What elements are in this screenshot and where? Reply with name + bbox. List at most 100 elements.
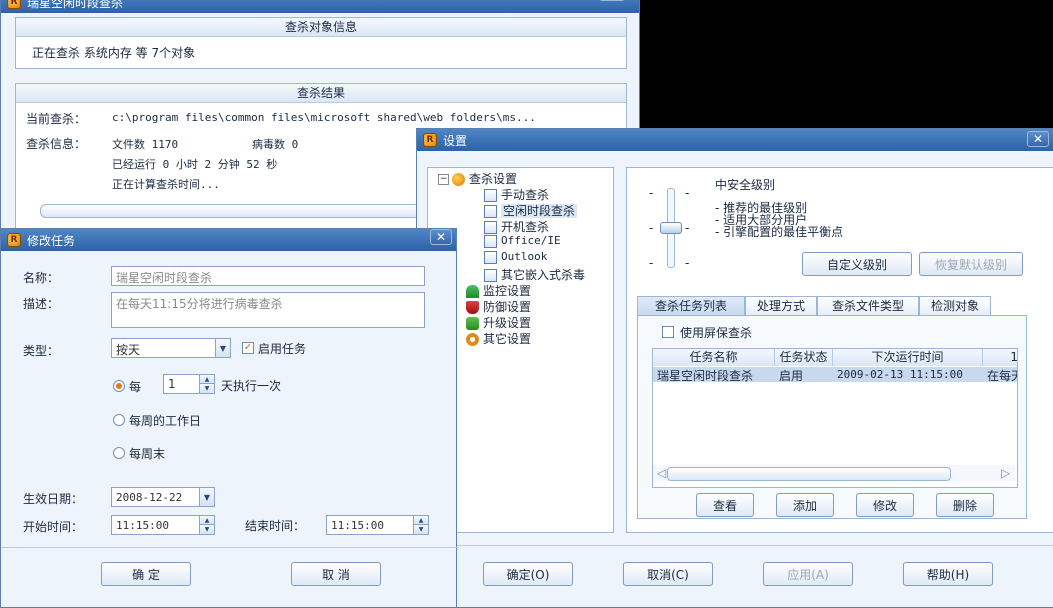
- targets-header: 查杀对象信息: [16, 18, 626, 37]
- virus-count: 病毒数 0: [252, 138, 299, 151]
- tree-item-other[interactable]: 其它设置: [466, 330, 531, 347]
- cell-next-run: 2009-02-13 11:15:00: [837, 368, 963, 381]
- tab-detect-objects[interactable]: 检测对象: [919, 296, 991, 316]
- start-time-stepper[interactable]: 11:15:00 ▲ ▼: [111, 515, 215, 535]
- tab-handling[interactable]: 处理方式: [745, 296, 817, 316]
- custom-level-button[interactable]: 自定义级别: [802, 252, 912, 276]
- document-icon: [484, 269, 497, 282]
- tree-item-upgrade[interactable]: 升级设置: [466, 314, 531, 331]
- chevron-down-icon[interactable]: ▼: [215, 339, 230, 357]
- settings-footer-divider: [417, 545, 1053, 546]
- tree-item-monitor[interactable]: 监控设置: [466, 282, 531, 299]
- results-header: 查杀结果: [16, 84, 626, 103]
- tree-item-idle[interactable]: 空闲时段查杀: [484, 202, 578, 219]
- settings-cancel-button[interactable]: 取消(C): [623, 562, 713, 586]
- spin-up-icon[interactable]: ▲: [200, 516, 214, 525]
- document-icon: [484, 221, 497, 234]
- view-task-button[interactable]: 查看: [696, 493, 754, 517]
- restore-level-button[interactable]: 恢复默认级别: [919, 252, 1023, 276]
- spin-down-icon[interactable]: ▼: [200, 384, 214, 393]
- modify-footer-divider: [1, 547, 458, 548]
- spin-down-icon[interactable]: ▼: [200, 525, 214, 534]
- settings-help-button[interactable]: 帮助(H): [903, 562, 993, 586]
- scroll-thumb[interactable]: [667, 467, 951, 481]
- tree-item-outlook[interactable]: Outlook: [484, 250, 547, 264]
- spin-buttons[interactable]: ▲ ▼: [199, 516, 214, 534]
- tree-item-label: 空闲时段查杀: [501, 204, 578, 218]
- settings-titlebar[interactable]: R 设置: [417, 129, 1053, 151]
- col-task-name[interactable]: 任务名称: [653, 349, 775, 366]
- scan-window-titlebar[interactable]: R 瑞星空闲时段查杀: [1, 0, 639, 13]
- tree-item-label: 手动查杀: [501, 188, 550, 202]
- desc-input[interactable]: 在每天11:15分将进行病毒查杀: [111, 292, 425, 328]
- scan-info-label: 查杀信息：: [26, 137, 87, 151]
- document-icon: [484, 250, 497, 264]
- spin-buttons[interactable]: ▲ ▼: [199, 375, 214, 393]
- edit-task-button[interactable]: 修改: [856, 493, 914, 517]
- tab-task-list[interactable]: 查杀任务列表: [637, 296, 745, 316]
- tree-item-office[interactable]: Office/IE: [484, 234, 561, 248]
- col-next-run[interactable]: 下次运行时间: [833, 349, 983, 366]
- scan-window-title: 瑞星空闲时段查杀: [27, 0, 124, 10]
- spin-up-icon[interactable]: ▲: [414, 516, 428, 525]
- tree-item-boot[interactable]: 开机查杀: [484, 218, 549, 235]
- horizontal-scrollbar[interactable]: ◁ ▷: [653, 465, 1015, 481]
- weekend-label: 每周末: [129, 447, 166, 461]
- scan-window-close-button[interactable]: ✕: [599, 0, 625, 1]
- delete-task-button[interactable]: 删除: [936, 493, 994, 517]
- modify-cancel-button[interactable]: 取 消: [291, 562, 381, 586]
- end-time-stepper[interactable]: 11:15:00 ▲ ▼: [326, 515, 429, 535]
- chevron-down-icon[interactable]: ▼: [199, 488, 214, 506]
- screensaver-checkbox[interactable]: [662, 326, 674, 338]
- weekend-radio[interactable]: [113, 447, 125, 459]
- modify-ok-button[interactable]: 确 定: [101, 562, 191, 586]
- settings-window: R 设置 ✕ − 查杀设置 手动查杀 空闲时段查杀 开机查杀 Office/IE …: [416, 128, 1053, 608]
- tree-item-embedded[interactable]: 其它嵌入式杀毒: [484, 266, 585, 283]
- col-task-status[interactable]: 任务状态: [775, 349, 833, 366]
- screensaver-label: 使用屏保查杀: [680, 326, 753, 340]
- weekday-radio[interactable]: [113, 414, 125, 426]
- current-scan-label: 当前查杀：: [26, 112, 87, 126]
- modify-task-close-button[interactable]: ✕: [430, 229, 452, 245]
- settings-close-button[interactable]: ✕: [1027, 131, 1049, 147]
- end-time-value: 11:15:00: [331, 519, 384, 532]
- every-days-stepper[interactable]: 1 ▲ ▼: [163, 374, 215, 394]
- date-picker[interactable]: 2008-12-22 ▼: [111, 487, 215, 507]
- tree-item-manual[interactable]: 手动查杀: [484, 186, 549, 203]
- rising-logo-icon: R: [7, 0, 21, 9]
- type-select[interactable]: 按天 ▼: [111, 338, 231, 358]
- current-scan-path: c:\program files\common files\microsoft …: [112, 111, 536, 124]
- spin-buttons[interactable]: ▲ ▼: [413, 516, 428, 534]
- tick-mark: -: [649, 256, 654, 270]
- date-label: 生效日期：: [23, 492, 84, 506]
- tree-item-defense[interactable]: 防御设置: [466, 298, 531, 315]
- file-count: 文件数 1170: [112, 138, 179, 151]
- tree-item-label: 开机查杀: [501, 220, 550, 234]
- every-days-value: 1: [168, 377, 176, 391]
- name-input[interactable]: 瑞星空闲时段查杀: [111, 266, 425, 286]
- modify-task-title: 修改任务: [27, 233, 76, 248]
- spin-up-icon[interactable]: ▲: [200, 375, 214, 384]
- scroll-left-icon[interactable]: ◁: [657, 466, 666, 480]
- tree-root[interactable]: − 查杀设置: [438, 170, 517, 187]
- enable-task-checkbox[interactable]: ✓: [242, 342, 254, 354]
- tick-mark: -: [649, 186, 654, 200]
- scroll-right-icon[interactable]: ▷: [1001, 466, 1010, 480]
- every-days-radio[interactable]: [113, 380, 125, 392]
- settings-ok-button[interactable]: 确定(O): [483, 562, 573, 586]
- settings-apply-button[interactable]: 应用(A): [763, 562, 853, 586]
- enable-task-label: 启用任务: [258, 342, 307, 356]
- elapsed-time: 已经运行 0 小时 2 分钟 52 秒: [112, 158, 278, 171]
- collapse-icon[interactable]: −: [438, 174, 449, 185]
- tree-item-label: 其它嵌入式杀毒: [501, 268, 586, 282]
- tree-item-label: 其它设置: [483, 332, 532, 346]
- table-row[interactable]: 瑞星空闲时段查杀 启用 2009-02-13 11:15:00 在每天: [653, 367, 1017, 383]
- spin-down-icon[interactable]: ▼: [414, 525, 428, 534]
- add-task-button[interactable]: 添加: [776, 493, 834, 517]
- tab-file-types[interactable]: 查杀文件类型: [817, 296, 919, 316]
- modify-task-dialog: R 修改任务 ✕ 名称： 瑞星空闲时段查杀 描述： 在每天11:15分将进行病毒…: [0, 228, 458, 608]
- col-extra[interactable]: 1: [983, 349, 1017, 366]
- slider-thumb[interactable]: [660, 222, 682, 234]
- close-icon: ✕: [1032, 132, 1044, 146]
- modify-task-titlebar[interactable]: R 修改任务: [1, 229, 456, 251]
